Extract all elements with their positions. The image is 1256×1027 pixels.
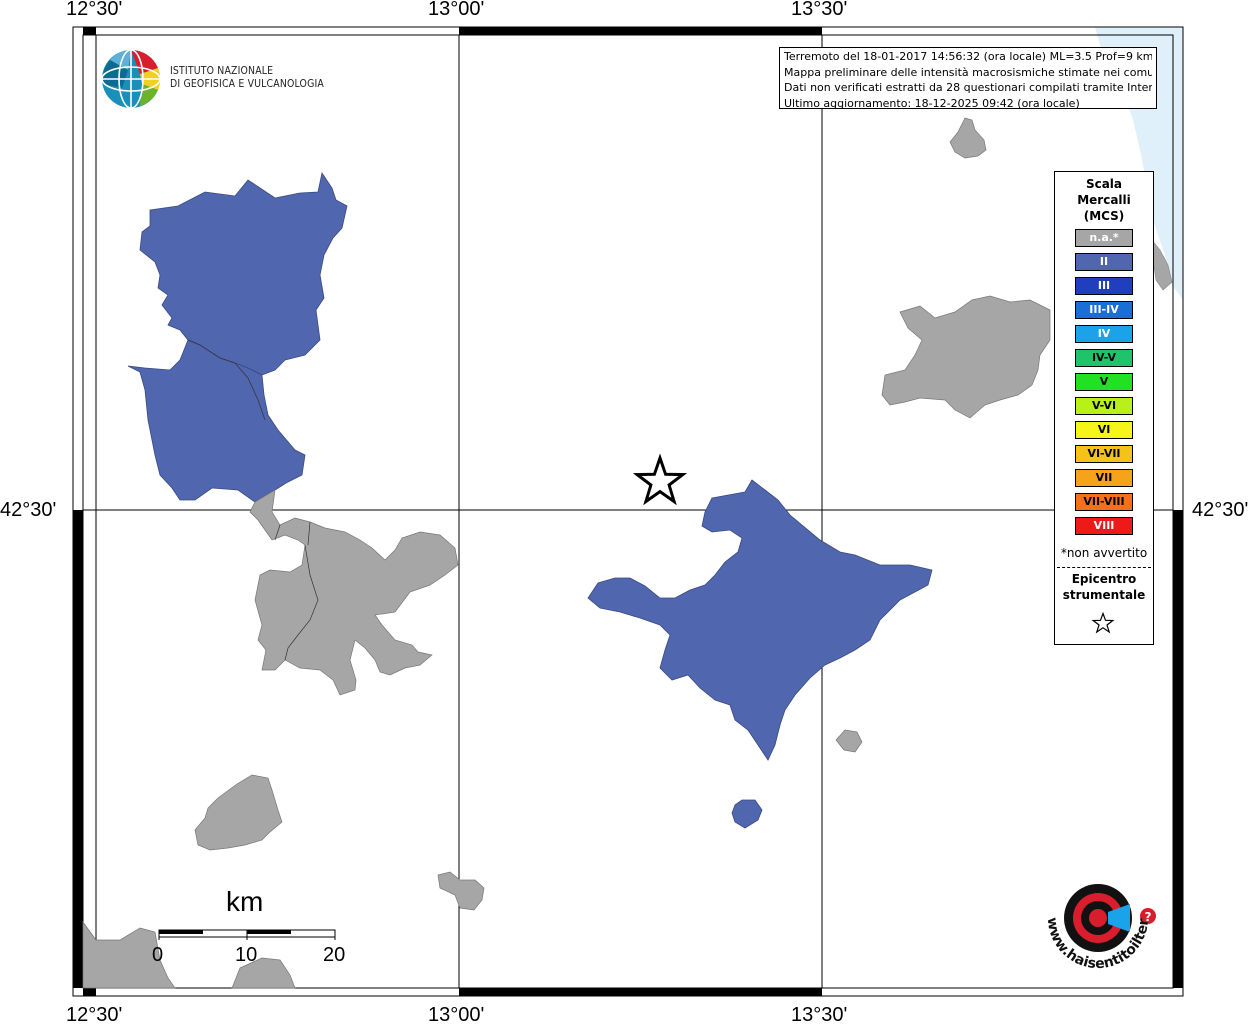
ingv-name-line2: DI GEOFISICA E VULCANOLOGIA <box>170 77 325 90</box>
scale-bar-segment <box>159 930 203 934</box>
frame-segment <box>459 988 822 996</box>
municipality-not-available <box>249 489 459 696</box>
legend-title-line: Mercalli <box>1077 193 1131 207</box>
scale-bar-tick-label: 10 <box>235 944 258 966</box>
coord-label-left: 42°30' <box>0 499 57 521</box>
coord-label-top: 13°00' <box>428 0 485 20</box>
legend-item: n.a.* <box>1075 229 1133 247</box>
hst-target-center <box>1089 909 1107 927</box>
municipality-not-available <box>949 117 987 159</box>
legend-item: III <box>1075 277 1133 295</box>
legend-item: IV <box>1075 325 1133 343</box>
frame-segment <box>73 510 83 988</box>
legend-item: VIII <box>1075 517 1133 535</box>
legend-epicenter-line: strumentale <box>1062 588 1146 602</box>
intensity-legend: Scala Mercalli (MCS) n.a.* II III III-IV IV I… <box>1054 171 1154 645</box>
legend-item: VII <box>1075 469 1133 487</box>
municipality-intensity-ii <box>139 171 348 376</box>
epicenter-star <box>632 453 688 506</box>
municipality-not-available <box>835 729 863 753</box>
coord-label-top: 12°30' <box>66 0 123 20</box>
map-inner-frame <box>82 34 1174 989</box>
legend-item: IV-V <box>1075 349 1133 367</box>
legend-title-line: (MCS) <box>1083 209 1125 223</box>
scale-bar-tick-label: 0 <box>152 944 164 966</box>
scale-bar-tick-label: 20 <box>323 944 346 966</box>
info-line: Ultimo aggiornamento: 18-12-2025 09:42 (… <box>784 96 1080 110</box>
ingv-name-line1: ISTITUTO NAZIONALE <box>170 64 274 77</box>
municipality-not-available <box>881 295 1051 419</box>
legend-star-icon <box>1091 612 1115 634</box>
info-line: Dati non verificati estratti da 28 quest… <box>784 81 1152 94</box>
coord-label-top: 13°30' <box>791 0 848 20</box>
legend-epicenter-line: Epicentro <box>1071 572 1137 586</box>
municipality-not-available <box>437 871 485 911</box>
legend-item: VI-VII <box>1075 445 1133 463</box>
legend-item: VII-VIII <box>1075 493 1133 511</box>
info-line: Terremoto del 18-01-2017 14:56:32 (ora l… <box>784 50 1152 63</box>
municipality-not-available <box>194 774 283 851</box>
legend-note: *non avvertito <box>1060 546 1148 560</box>
scale-bar-segment <box>247 930 291 934</box>
coord-label-right: 42°30' <box>1192 499 1249 521</box>
municipality-intensity-ii <box>587 479 933 761</box>
legend-epicenter-label: Epicentro strumentale <box>1055 571 1153 603</box>
ingv-name: ISTITUTO NAZIONALE DI GEOFISICA E VULCAN… <box>170 64 324 90</box>
legend-item: V-VI <box>1075 397 1133 415</box>
earthquake-info-box: Terremoto del 18-01-2017 14:56:32 (ora l… <box>779 47 1157 110</box>
scale-bar-unit: km <box>226 886 264 917</box>
legend-title-line: Scala <box>1085 177 1123 191</box>
info-line: Mappa preliminare delle intensità macros… <box>784 65 1152 79</box>
frame-segment <box>459 27 822 35</box>
haisentito-logo: ? www.haisentitoilterremoto.it <box>1030 860 1156 972</box>
municipality-intensity-ii <box>731 799 763 829</box>
map-frame <box>72 26 1184 997</box>
legend-item: III-IV <box>1075 301 1133 319</box>
frame-segment <box>83 988 96 996</box>
frame-segment <box>1173 510 1183 988</box>
legend-title: Scala Mercalli (MCS) <box>1055 176 1153 224</box>
ingv-logo <box>101 49 161 109</box>
legend-item: V <box>1075 373 1133 391</box>
legend-item: VI <box>1075 421 1133 439</box>
legend-separator <box>1057 567 1151 568</box>
legend-item: II <box>1075 253 1133 271</box>
frame-segment <box>83 27 96 35</box>
